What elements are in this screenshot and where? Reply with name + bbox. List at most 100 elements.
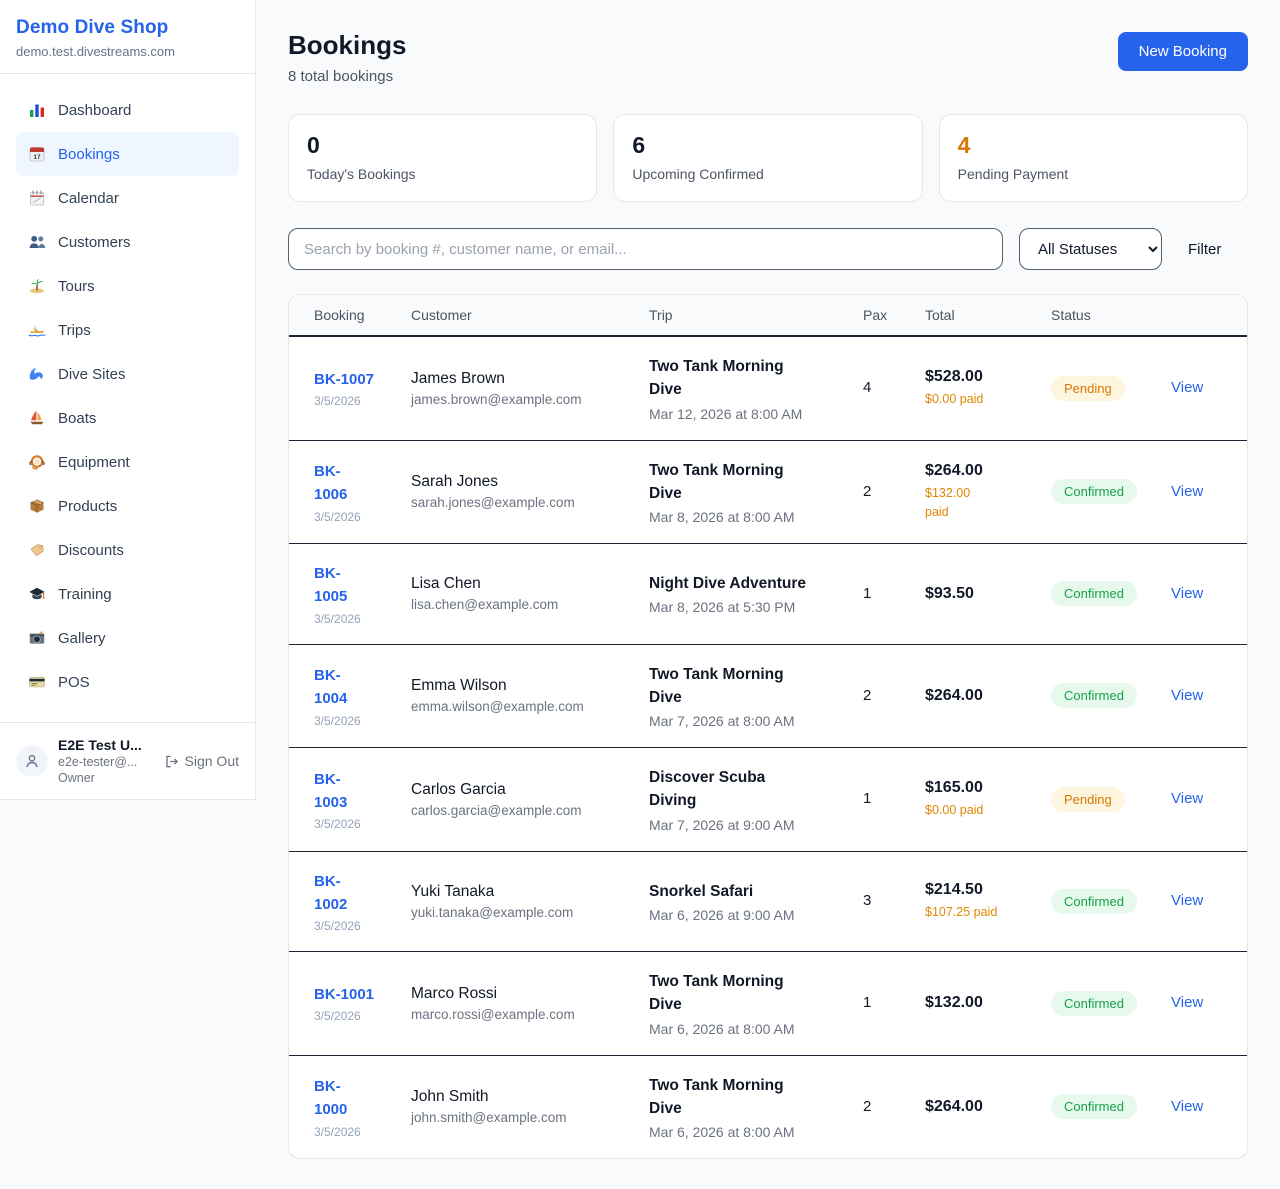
- customer-email: james.brown@example.com: [411, 392, 629, 407]
- paid-amount: $107.25 paid: [925, 903, 1031, 922]
- status-filter-select[interactable]: All Statuses: [1019, 228, 1162, 270]
- view-booking-link[interactable]: View: [1171, 687, 1203, 704]
- pax-count: 1: [863, 994, 871, 1011]
- trip-name: Two Tank Morning Dive: [649, 970, 843, 1017]
- pax-count: 4: [863, 379, 871, 396]
- filter-button[interactable]: Filter: [1178, 235, 1231, 264]
- sidebar-item-label: Equipment: [58, 454, 130, 471]
- status-badge: Confirmed: [1051, 581, 1137, 606]
- user-email: e2e-tester@...: [58, 755, 154, 769]
- view-booking-link[interactable]: View: [1171, 1098, 1203, 1115]
- pax-count: 3: [863, 892, 871, 909]
- trip-name: Night Dive Adventure: [649, 572, 843, 595]
- status-badge: Pending: [1051, 787, 1125, 812]
- sidebar-item-boats[interactable]: Boats: [16, 396, 239, 440]
- stat-value-pending: 4: [958, 132, 1229, 159]
- sidebar-item-customers[interactable]: Customers: [16, 220, 239, 264]
- total-amount: $165.00: [925, 779, 1031, 797]
- stat-label-upcoming: Upcoming Confirmed: [632, 166, 903, 182]
- stats-row: 0 Today's Bookings 6 Upcoming Confirmed …: [288, 114, 1248, 202]
- booking-id-link[interactable]: BK- 1000: [314, 1075, 347, 1122]
- trip-datetime: Mar 8, 2026 at 8:00 AM: [649, 509, 843, 525]
- sign-out-icon: [164, 754, 179, 769]
- sidebar-item-label: Trips: [58, 322, 91, 339]
- customer-email: carlos.garcia@example.com: [411, 803, 629, 818]
- view-booking-link[interactable]: View: [1171, 585, 1203, 602]
- sidebar-item-pos[interactable]: POS: [16, 660, 239, 704]
- trip-datetime: Mar 7, 2026 at 9:00 AM: [649, 817, 843, 833]
- customer-name: Yuki Tanaka: [411, 883, 629, 901]
- user-name: E2E Test U...: [58, 737, 154, 753]
- sidebar-item-label: Dashboard: [58, 102, 131, 119]
- total-amount: $93.50: [925, 585, 1031, 603]
- booking-row: BK- 1004 3/5/2026 Emma Wilson emma.wilso…: [289, 644, 1248, 748]
- search-input[interactable]: [288, 228, 1003, 270]
- customer-email: emma.wilson@example.com: [411, 699, 629, 714]
- shop-name: Demo Dive Shop: [16, 17, 239, 39]
- person-icon: [24, 753, 40, 769]
- sidebar-item-trips[interactable]: Trips: [16, 308, 239, 352]
- stat-value-upcoming: 6: [632, 132, 903, 159]
- col-header-trip: Trip: [639, 295, 853, 336]
- table-header-row: Booking Customer Trip Pax Total Status: [289, 295, 1248, 336]
- sidebar-item-discounts[interactable]: Discounts: [16, 528, 239, 572]
- stat-card-pending-payment: 4 Pending Payment: [939, 114, 1248, 202]
- graduation-cap-icon: [28, 585, 46, 603]
- booking-id-link[interactable]: BK-1001: [314, 983, 374, 1006]
- booking-id-link[interactable]: BK- 1002: [314, 870, 347, 917]
- view-booking-link[interactable]: View: [1171, 483, 1203, 500]
- booking-row: BK- 1005 3/5/2026 Lisa Chen lisa.chen@ex…: [289, 544, 1248, 645]
- sidebar-item-label: Discounts: [58, 542, 124, 559]
- booking-id-link[interactable]: BK- 1006: [314, 460, 347, 507]
- sidebar-item-label: Bookings: [58, 146, 120, 163]
- sidebar-item-equipment[interactable]: Equipment: [16, 440, 239, 484]
- trip-name: Discover Scuba Diving: [649, 766, 843, 813]
- booking-id-link[interactable]: BK- 1004: [314, 664, 347, 711]
- sidebar-item-training[interactable]: Training: [16, 572, 239, 616]
- view-booking-link[interactable]: View: [1171, 790, 1203, 807]
- sidebar-item-dive-sites[interactable]: Dive Sites: [16, 352, 239, 396]
- sidebar-item-gallery[interactable]: Gallery: [16, 616, 239, 660]
- sidebar-item-label: Calendar: [58, 190, 119, 207]
- trip-name: Two Tank Morning Dive: [649, 1074, 843, 1121]
- stat-label-todays: Today's Bookings: [307, 166, 578, 182]
- booking-row: BK- 1003 3/5/2026 Carlos Garcia carlos.g…: [289, 748, 1248, 852]
- booking-created-date: 3/5/2026: [314, 1125, 391, 1139]
- sidebar-item-products[interactable]: Products: [16, 484, 239, 528]
- trip-datetime: Mar 6, 2026 at 8:00 AM: [649, 1021, 843, 1037]
- customer-email: marco.rossi@example.com: [411, 1007, 629, 1022]
- credit-card-icon: [28, 673, 46, 691]
- booking-id-link[interactable]: BK- 1003: [314, 768, 347, 815]
- stat-value-todays: 0: [307, 132, 578, 159]
- sidebar-item-bookings[interactable]: 17 Bookings: [16, 132, 239, 176]
- view-booking-link[interactable]: View: [1171, 892, 1203, 909]
- view-booking-link[interactable]: View: [1171, 379, 1203, 396]
- booking-id-link[interactable]: BK- 1005: [314, 562, 347, 609]
- sign-out-button[interactable]: Sign Out: [164, 753, 239, 769]
- sidebar-item-dashboard[interactable]: Dashboard: [16, 88, 239, 132]
- booking-row: BK- 1006 3/5/2026 Sarah Jones sarah.jone…: [289, 440, 1248, 544]
- booking-created-date: 3/5/2026: [314, 817, 391, 831]
- total-amount: $264.00: [925, 1098, 1031, 1116]
- booking-created-date: 3/5/2026: [314, 1009, 391, 1023]
- sidebar-item-label: Dive Sites: [58, 366, 126, 383]
- booking-row: BK-1007 3/5/2026 James Brown james.brown…: [289, 336, 1248, 440]
- pax-count: 1: [863, 790, 871, 807]
- pax-count: 2: [863, 1098, 871, 1115]
- sidebar-item-calendar[interactable]: Calendar: [16, 176, 239, 220]
- total-amount: $264.00: [925, 462, 1031, 480]
- new-booking-button[interactable]: New Booking: [1118, 32, 1248, 71]
- status-badge: Pending: [1051, 376, 1125, 401]
- total-amount: $214.50: [925, 881, 1031, 899]
- sidebar-item-tours[interactable]: Tours: [16, 264, 239, 308]
- view-booking-link[interactable]: View: [1171, 994, 1203, 1011]
- col-header-status: Status: [1041, 295, 1161, 336]
- trip-datetime: Mar 8, 2026 at 5:30 PM: [649, 599, 843, 615]
- sidebar-item-label: POS: [58, 674, 90, 691]
- status-badge: Confirmed: [1051, 479, 1137, 504]
- col-header-booking: Booking: [289, 295, 401, 336]
- sidebar-item-label: Tours: [58, 278, 95, 295]
- booking-id-link[interactable]: BK-1007: [314, 368, 374, 391]
- customer-name: Lisa Chen: [411, 575, 629, 593]
- trip-datetime: Mar 12, 2026 at 8:00 AM: [649, 406, 843, 422]
